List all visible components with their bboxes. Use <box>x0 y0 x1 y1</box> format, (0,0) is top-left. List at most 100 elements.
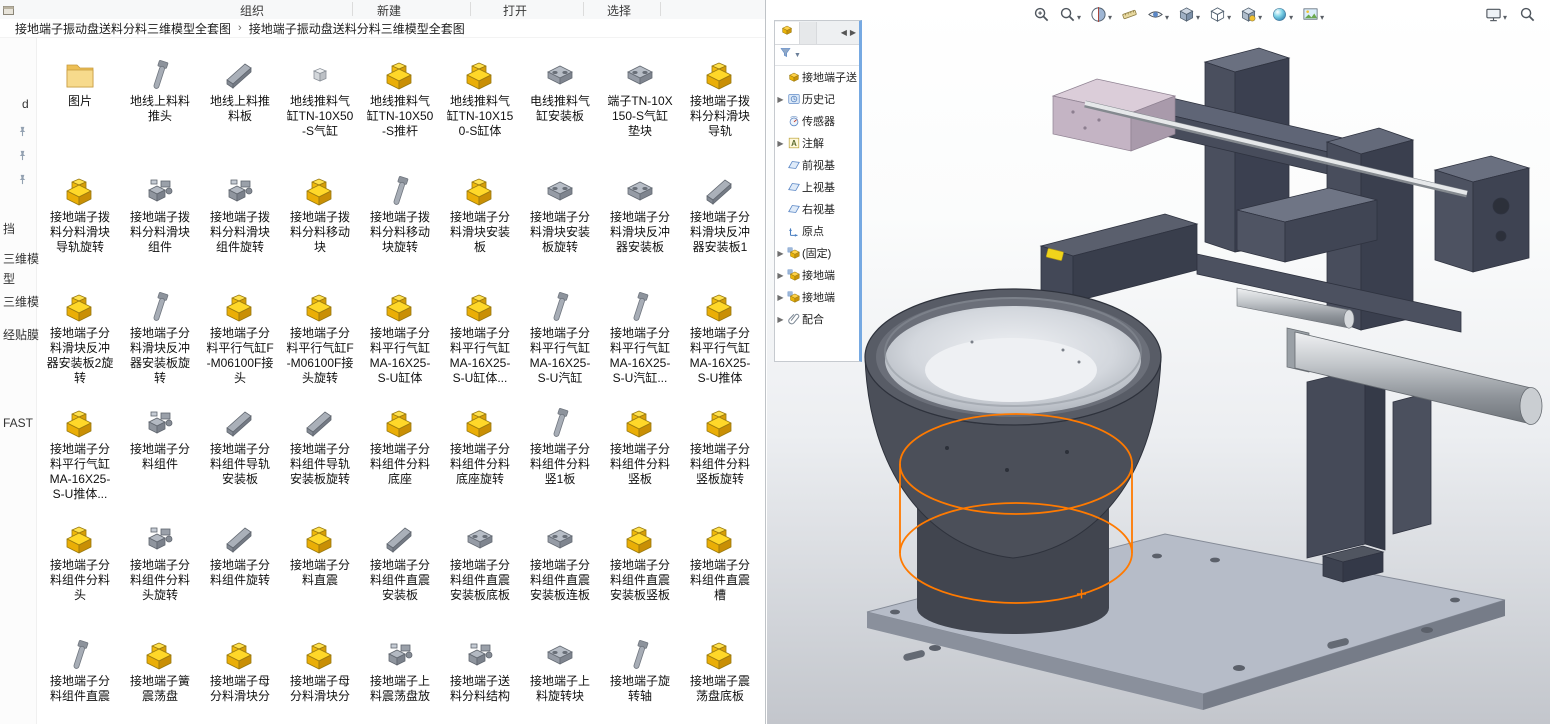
file-item[interactable]: 接地端子分料组件导轨安装板旋转 <box>280 400 360 516</box>
file-item[interactable]: 端子TN-10X150-S气缸垫块 <box>600 52 680 168</box>
expander-arrow[interactable]: ▶ <box>776 271 785 280</box>
tab-featuremanager[interactable] <box>775 22 800 44</box>
tab-propertymanager[interactable] <box>800 22 817 44</box>
expander-arrow[interactable]: ▶ <box>776 95 785 104</box>
file-item[interactable]: 接地端子分料组件分料底座 <box>360 400 440 516</box>
scene-button[interactable]: ▾ <box>1302 6 1324 28</box>
vibration-bowl[interactable] <box>865 289 1161 558</box>
file-item[interactable]: 接地端子震荡盘底板 <box>680 632 760 724</box>
tree-item[interactable]: ▶配合 <box>775 308 859 330</box>
file-item[interactable]: 接地端子分料组件直震安装板竖板 <box>600 516 680 632</box>
nav-item-fragment[interactable]: 三维模 <box>3 250 39 267</box>
expander-arrow[interactable]: ▶ <box>776 249 785 258</box>
file-item[interactable]: 接地端子分料组件分料头旋转 <box>120 516 200 632</box>
appearance-button[interactable]: ▾ <box>1271 6 1293 28</box>
tree-item[interactable]: ▶(固定) <box>775 242 859 264</box>
file-item[interactable]: 接地端子分料滑块反冲器安装板旋转 <box>120 284 200 400</box>
file-item[interactable]: 接地端子分料平行气缸F-M06100F接头旋转 <box>280 284 360 400</box>
file-item[interactable]: 图片 <box>40 52 120 168</box>
tree-item[interactable]: 原点 <box>775 220 859 242</box>
file-item[interactable]: 接地端子母分料滑块分 <box>280 632 360 724</box>
nav-item-fragment[interactable]: 挡 <box>3 220 15 237</box>
zoom-button[interactable] <box>1519 6 1536 28</box>
file-item[interactable]: 地线推料气缸TN-10X150-S缸体 <box>440 52 520 168</box>
tree-item[interactable]: 前视基 <box>775 154 859 176</box>
file-item[interactable]: 接地端子分料平行气缸MA-16X25-S-U缸体... <box>440 284 520 400</box>
file-item[interactable]: 接地端子分料组件直震 <box>40 632 120 724</box>
tree-item[interactable]: ▶接地端 <box>775 286 859 308</box>
file-item[interactable]: 接地端子分料组件直震安装板连板 <box>520 516 600 632</box>
nav-item-fragment[interactable]: 经贴膜 <box>3 326 39 343</box>
view-orientation-button[interactable]: ▾ <box>1178 6 1200 28</box>
file-item[interactable]: 接地端子分料组件 <box>120 400 200 516</box>
breadcrumb-segment[interactable]: 接地端子振动盘送料分料三维模型全套图 <box>15 20 231 37</box>
file-item[interactable]: 接地端子拨料分料移动块 <box>280 168 360 284</box>
tree-item[interactable]: 上视基 <box>775 176 859 198</box>
file-item[interactable]: 接地端子分料组件分料头 <box>40 516 120 632</box>
tree-item[interactable]: 右视基 <box>775 198 859 220</box>
toolbar-item-select[interactable]: 选择 <box>607 2 631 19</box>
file-item[interactable]: 接地端子上料旋转块 <box>520 632 600 724</box>
view-settings-button[interactable]: ▾ <box>1240 6 1262 28</box>
file-item[interactable]: 地线推料气缸TN-10X50-S气缸 <box>280 52 360 168</box>
file-item[interactable]: 接地端子拨料分料滑块导轨 <box>680 52 760 168</box>
tree-item[interactable]: ▶A注解 <box>775 132 859 154</box>
file-item[interactable]: 接地端子分料组件直震槽 <box>680 516 760 632</box>
zoom-fit-button[interactable]: ▾ <box>1059 6 1081 28</box>
file-item[interactable]: 接地端子拨料分料滑块组件旋转 <box>200 168 280 284</box>
nav-item-fragment[interactable]: d <box>22 97 29 111</box>
file-item[interactable]: 接地端子分料平行气缸MA-16X25-S-U汽缸 <box>520 284 600 400</box>
pink-mount-block[interactable] <box>1053 79 1175 151</box>
file-item[interactable]: 接地端子分料滑块安装板 <box>440 168 520 284</box>
file-item[interactable]: 接地端子分料平行气缸MA-16X25-S-U推体... <box>40 400 120 516</box>
pin-icon[interactable] <box>17 148 28 166</box>
pin-icon[interactable] <box>17 172 28 190</box>
file-item[interactable]: 接地端子分料组件分料竖板旋转 <box>680 400 760 516</box>
expander-arrow[interactable]: ▶ <box>776 293 785 302</box>
panel-collapse-arrow[interactable]: ◀ <box>841 28 847 37</box>
file-item[interactable]: 接地端子分料组件导轨安装板 <box>200 400 280 516</box>
file-item[interactable]: 接地端子分料滑块反冲器安装板1 <box>680 168 760 284</box>
filter-icon[interactable] <box>779 46 792 64</box>
section-view-button[interactable]: ▾ <box>1090 6 1112 28</box>
breadcrumb-segment[interactable]: 接地端子振动盘送料分料三维模型全套图 <box>249 20 465 37</box>
file-item[interactable]: 接地端子旋转轴 <box>600 632 680 724</box>
file-item[interactable]: 接地端子分料组件直震安装板 <box>360 516 440 632</box>
file-item[interactable]: 接地端子上料震荡盘放 <box>360 632 440 724</box>
filter-caret-icon[interactable]: ▼ <box>794 52 801 59</box>
monitor-button[interactable]: ▾ <box>1485 6 1507 28</box>
toolbar-item-open[interactable]: 打开 <box>503 2 527 19</box>
toolbar-item-organize[interactable]: 组织 <box>240 2 264 19</box>
file-item[interactable]: 接地端子分料滑块反冲器安装板 <box>600 168 680 284</box>
file-item[interactable]: 接地端子送料分料结构 <box>440 632 520 724</box>
file-item[interactable]: 接地端子分料组件分料竖1板 <box>520 400 600 516</box>
file-item[interactable]: 接地端子拨料分料滑块组件 <box>120 168 200 284</box>
file-item[interactable]: 电线推料气缸安装板 <box>520 52 600 168</box>
tree-item[interactable]: 传感器 <box>775 110 859 132</box>
file-item[interactable]: 接地端子分料组件旋转 <box>200 516 280 632</box>
file-item[interactable]: 接地端子簧震荡盘 <box>120 632 200 724</box>
file-item[interactable]: 接地端子分料滑块安装板旋转 <box>520 168 600 284</box>
tree-item[interactable]: ▶接地端 <box>775 264 859 286</box>
file-item[interactable]: 接地端子分料平行气缸MA-16X25-S-U推体 <box>680 284 760 400</box>
zoom-area-button[interactable] <box>1033 6 1050 28</box>
toolbar-item-new[interactable]: 新建 <box>377 2 401 19</box>
file-item[interactable]: 接地端子分料组件分料竖板 <box>600 400 680 516</box>
nav-item-fragment[interactable]: FAST <box>3 416 33 430</box>
viewport-3d[interactable] <box>767 0 1550 724</box>
file-item[interactable]: 接地端子拨料分料滑块导轨旋转 <box>40 168 120 284</box>
file-item[interactable]: 地线推料气缸TN-10X50-S推杆 <box>360 52 440 168</box>
file-item[interactable]: 接地端子分料组件直震安装板底板 <box>440 516 520 632</box>
file-item[interactable]: 接地端子拨料分料移动块旋转 <box>360 168 440 284</box>
nav-item-fragment[interactable]: 三维模 <box>3 293 39 310</box>
file-item[interactable]: 接地端子分料平行气缸F-M06100F接头 <box>200 284 280 400</box>
expander-arrow[interactable]: ▶ <box>776 139 785 148</box>
panel-expand-arrow[interactable]: ▶ <box>850 28 856 37</box>
file-item[interactable]: 接地端子分料直震 <box>280 516 360 632</box>
expander-arrow[interactable]: ▶ <box>776 315 785 324</box>
file-item[interactable]: 接地端子分料滑块反冲器安装板2旋转 <box>40 284 120 400</box>
file-item[interactable]: 地线上料推料板 <box>200 52 280 168</box>
measure-button[interactable] <box>1121 6 1138 28</box>
tree-item[interactable]: ▶历史记 <box>775 88 859 110</box>
hide-show-button[interactable]: ▾ <box>1147 6 1169 28</box>
